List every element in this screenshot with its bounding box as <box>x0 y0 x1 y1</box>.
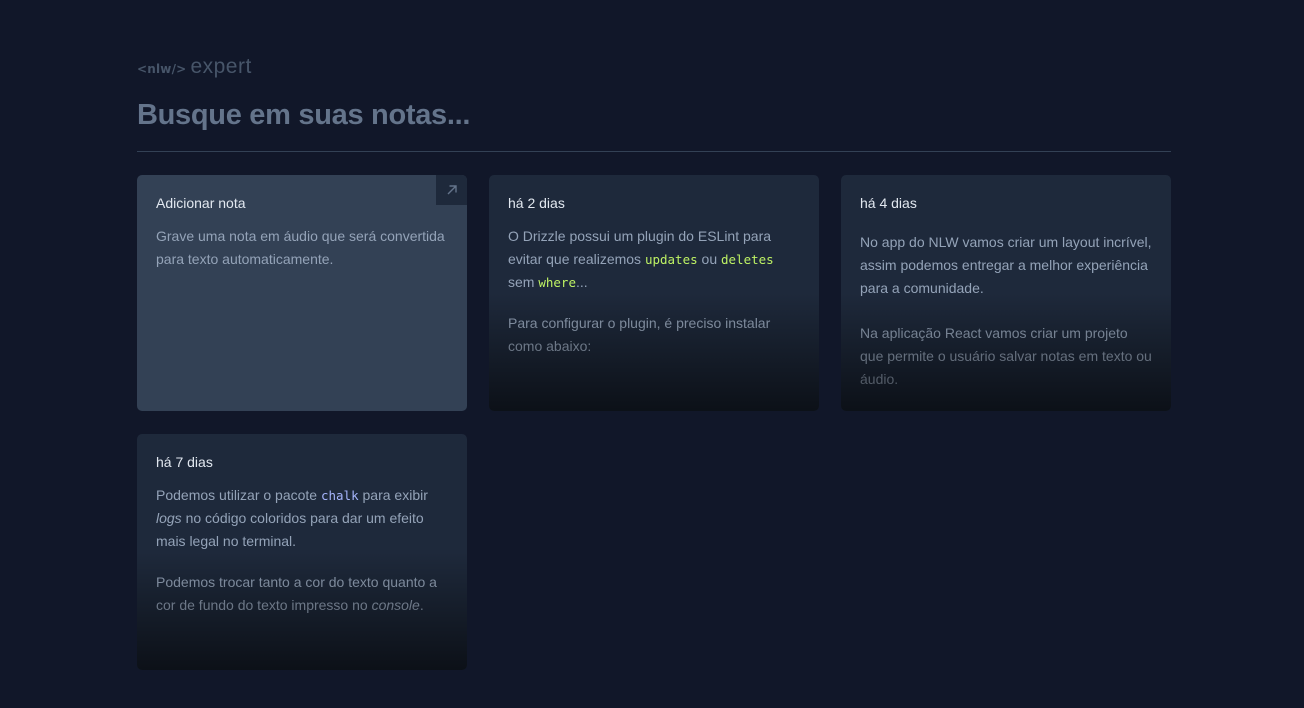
note-paragraph: O Drizzle possui um plugin do ESLint par… <box>508 228 774 290</box>
note-paragraph: Podemos utilizar o pacote chalk para exi… <box>156 487 428 549</box>
notes-grid: Adicionar nota Grave uma nota em áudio q… <box>137 175 1171 670</box>
inline-code: updates <box>644 252 698 267</box>
note-paragraph: Para configurar o plugin, é preciso inst… <box>508 315 771 354</box>
inline-code: where <box>538 275 576 290</box>
divider <box>137 151 1171 152</box>
logo-word: expert <box>190 55 252 78</box>
note-card[interactable]: há 2 dias O Drizzle possui um plugin do … <box>489 175 819 411</box>
logo-tag: <nlw/> <box>137 62 187 76</box>
add-note-card[interactable]: Adicionar nota Grave uma nota em áudio q… <box>137 175 467 411</box>
note-paragraph: Na aplicação React vamos criar um projet… <box>860 325 1152 387</box>
note-paragraph: No app do NLW vamos criar um layout incr… <box>860 234 1152 296</box>
arrow-up-right-icon <box>436 175 467 205</box>
inline-code: chalk <box>320 488 359 503</box>
note-date: há 2 dias <box>508 195 565 211</box>
add-note-description: Grave uma nota em áudio que será convert… <box>156 228 445 267</box>
note-date: há 4 dias <box>860 195 917 211</box>
note-date: há 7 dias <box>156 454 213 470</box>
app-container: <nlw/> expert Adicionar nota Grave uma n… <box>137 0 1171 670</box>
note-card[interactable]: há 7 dias Podemos utilizar o pacote chal… <box>137 434 467 670</box>
search-input[interactable] <box>137 94 1171 136</box>
inline-code: deletes <box>721 252 774 267</box>
note-paragraph: Podemos trocar tanto a cor do texto quan… <box>156 574 437 613</box>
add-note-title: Adicionar nota <box>156 195 246 211</box>
note-card[interactable]: há 4 dias No app do NLW vamos criar um l… <box>841 175 1171 411</box>
nlw-expert-logo: <nlw/> expert <box>137 55 1171 78</box>
